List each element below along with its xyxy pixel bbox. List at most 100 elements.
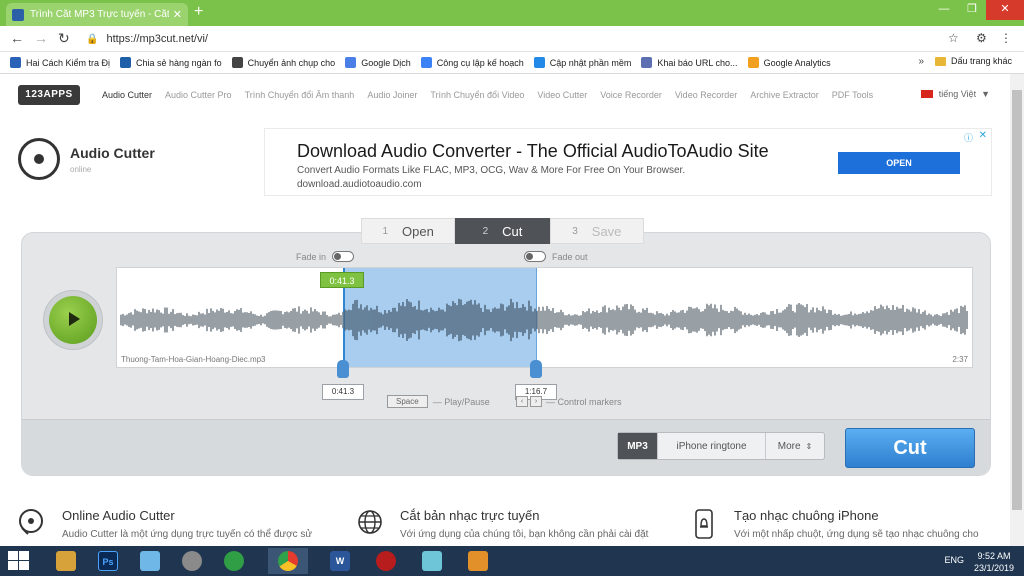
fade-out-toggle[interactable] — [524, 251, 546, 262]
bookmark-item[interactable]: Công cụ lập kế hoạch — [420, 57, 524, 68]
nav-link-audio-cutter-pro[interactable]: Audio Cutter Pro — [165, 90, 232, 100]
photoshop-icon: Ps — [98, 551, 118, 571]
bookmark-star-icon[interactable]: ☆ — [948, 31, 959, 45]
start-marker-handle[interactable] — [337, 360, 349, 378]
waveform-area[interactable]: Thuong-Tam-Hoa-Gian-Hoang-Diec.mp3 2:37 — [116, 267, 973, 368]
bookmark-icon — [420, 57, 432, 68]
input-language[interactable]: ENG — [944, 555, 964, 565]
bookmark-label: Cập nhật phần mềm — [549, 57, 632, 68]
step-number: 2 — [482, 225, 489, 237]
taskbar-chrome[interactable] — [268, 548, 308, 574]
ad-open-button[interactable]: OPEN — [838, 152, 960, 174]
nav-link-audio-converter[interactable]: Trình Chuyển đổi Âm thanh — [245, 90, 355, 100]
feature-online-audio-cutter: Online Audio Cutter Audio Cutter là một … — [18, 508, 312, 540]
menu-icon[interactable]: ⋮ — [1000, 31, 1012, 45]
feature-title: Tạo nhạc chuông iPhone — [734, 508, 879, 523]
reload-button[interactable]: ↻ — [58, 30, 70, 47]
taskbar-app-4[interactable] — [172, 548, 212, 574]
cut-button[interactable]: Cut — [845, 428, 975, 468]
minimize-button[interactable]: — — [930, 0, 958, 20]
control-markers-hint: ‹ › — Control markers — [516, 396, 622, 407]
space-key: Space — [387, 395, 428, 408]
windows-start-button[interactable] — [8, 551, 30, 571]
page-scrollbar[interactable] — [1010, 74, 1024, 546]
nav-link-audio-cutter[interactable]: Audio Cutter — [102, 90, 152, 100]
folder-label: Dấu trang khác — [950, 56, 1012, 66]
site-favicon-icon — [12, 8, 24, 21]
bookmark-item[interactable]: Chia sẻ hàng ngàn fo — [120, 57, 222, 68]
scrollbar-thumb[interactable] — [1012, 90, 1022, 510]
end-marker-handle[interactable] — [530, 360, 542, 378]
step-open[interactable]: 1 Open — [361, 218, 456, 244]
system-clock[interactable]: 9:52 AM 23/1/2019 — [974, 550, 1014, 574]
format-more-label: More — [777, 440, 801, 452]
browser-toolbar: ← → ↻ 🔒 https://mp3cut.net/vi/ ☆ ⚙ ⋮ — [0, 26, 1024, 52]
taskbar-photoshop[interactable]: Ps — [88, 548, 128, 574]
app-title: Audio Cutter — [70, 144, 155, 161]
format-more-dropdown[interactable]: More ⇕ — [766, 433, 824, 459]
ad-close-icon[interactable]: ✕ — [979, 130, 987, 141]
fade-out-control[interactable]: Fade out — [524, 251, 588, 262]
bookmark-item[interactable]: Google Dịch — [345, 57, 411, 68]
start-time-input[interactable]: 0:41.3 — [322, 384, 364, 400]
nav-link-archive-extractor[interactable]: Archive Extractor — [750, 90, 819, 100]
other-bookmarks-folder[interactable]: Dấu trang khác — [934, 56, 1012, 66]
bookmark-item[interactable]: Google Analytics — [747, 57, 831, 68]
nav-link-pdf-tools[interactable]: PDF Tools — [832, 90, 873, 100]
lock-icon: 🔒 — [86, 33, 99, 45]
address-bar[interactable]: 🔒 https://mp3cut.net/vi/ — [86, 29, 966, 49]
fade-in-toggle[interactable] — [332, 251, 355, 262]
format-iphone-ringtone[interactable]: iPhone ringtone — [658, 433, 766, 459]
window-controls: — ❐ ✕ — [930, 0, 1024, 26]
taskbar-app-5[interactable] — [214, 548, 254, 574]
nav-link-voice-recorder[interactable]: Voice Recorder — [600, 90, 662, 100]
maximize-button[interactable]: ❐ — [958, 0, 986, 20]
extension-icon[interactable]: ⚙ — [976, 31, 987, 45]
site-logo[interactable]: 123APPS — [18, 85, 80, 105]
nav-link-audio-joiner[interactable]: Audio Joiner — [367, 90, 417, 100]
taskbar-app-9[interactable] — [412, 548, 452, 574]
fade-in-control[interactable]: Fade in — [296, 251, 355, 262]
nav-link-video-cutter[interactable]: Video Cutter — [537, 90, 587, 100]
bookmark-icon — [747, 57, 759, 68]
bookmark-item[interactable]: Cập nhật phần mềm — [533, 57, 632, 68]
bookmark-label: Hai Cách Kiểm tra Đị — [26, 57, 111, 68]
play-icon — [69, 312, 80, 326]
bookmark-item[interactable]: Chuyển ảnh chụp cho — [231, 57, 335, 68]
format-selector: MP3 iPhone ringtone More ⇕ — [617, 432, 825, 460]
new-tab-button[interactable]: + — [194, 3, 203, 21]
bookmark-item[interactable]: Hai Cách Kiểm tra Đị — [10, 57, 110, 68]
taskbar-paint[interactable] — [130, 548, 170, 574]
taskbar-app-10[interactable] — [458, 548, 498, 574]
clock-time: 9:52 AM — [977, 551, 1011, 561]
fade-in-label: Fade in — [296, 251, 327, 262]
feature-title: Cắt bản nhạc trực tuyến — [400, 508, 540, 523]
bookmarks-overflow-button[interactable]: » — [918, 56, 924, 67]
format-mp3[interactable]: MP3 — [618, 433, 658, 459]
play-button[interactable] — [43, 290, 103, 350]
nav-link-video-converter[interactable]: Trình Chuyển đổi Video — [430, 90, 524, 100]
bookmarks-bar: Hai Cách Kiểm tra Đị Chia sẻ hàng ngàn f… — [0, 52, 1024, 74]
step-cut[interactable]: 2 Cut — [455, 218, 550, 244]
language-selector[interactable]: tiếng Việt ▼ — [920, 89, 990, 99]
browser-tab[interactable]: Trình Cắt MP3 Trực tuyến - Cắt Bài Hát, … — [6, 3, 188, 26]
ad-info-icon[interactable]: ⓘ — [964, 131, 973, 144]
back-button[interactable]: ← — [10, 30, 24, 46]
taskbar-word[interactable]: W — [320, 548, 360, 574]
site-navigation: 123APPS Audio Cutter Audio Cutter Pro Tr… — [0, 83, 1010, 107]
close-tab-icon[interactable]: ✕ — [173, 8, 182, 21]
app-links: Audio Cutter Audio Cutter Pro Trình Chuy… — [102, 90, 886, 100]
globe-icon — [356, 508, 384, 536]
file-explorer-icon — [56, 551, 76, 571]
nav-link-video-recorder[interactable]: Video Recorder — [675, 90, 737, 100]
taskbar-app-8[interactable] — [366, 548, 406, 574]
bookmark-item[interactable]: Khai báo URL cho... — [641, 57, 738, 68]
taskbar-explorer[interactable] — [46, 548, 86, 574]
step-save: 3 Save — [549, 218, 644, 244]
app-icon — [182, 551, 202, 571]
close-window-button[interactable]: ✕ — [986, 0, 1024, 20]
forward-button[interactable]: → — [34, 30, 48, 46]
feature-description: Với ứng dụng của chúng tôi, bạn không cầ… — [400, 529, 649, 540]
ad-headline[interactable]: Download Audio Converter - The Official … — [297, 141, 769, 162]
advertisement-banner[interactable]: Download Audio Converter - The Official … — [264, 128, 992, 196]
